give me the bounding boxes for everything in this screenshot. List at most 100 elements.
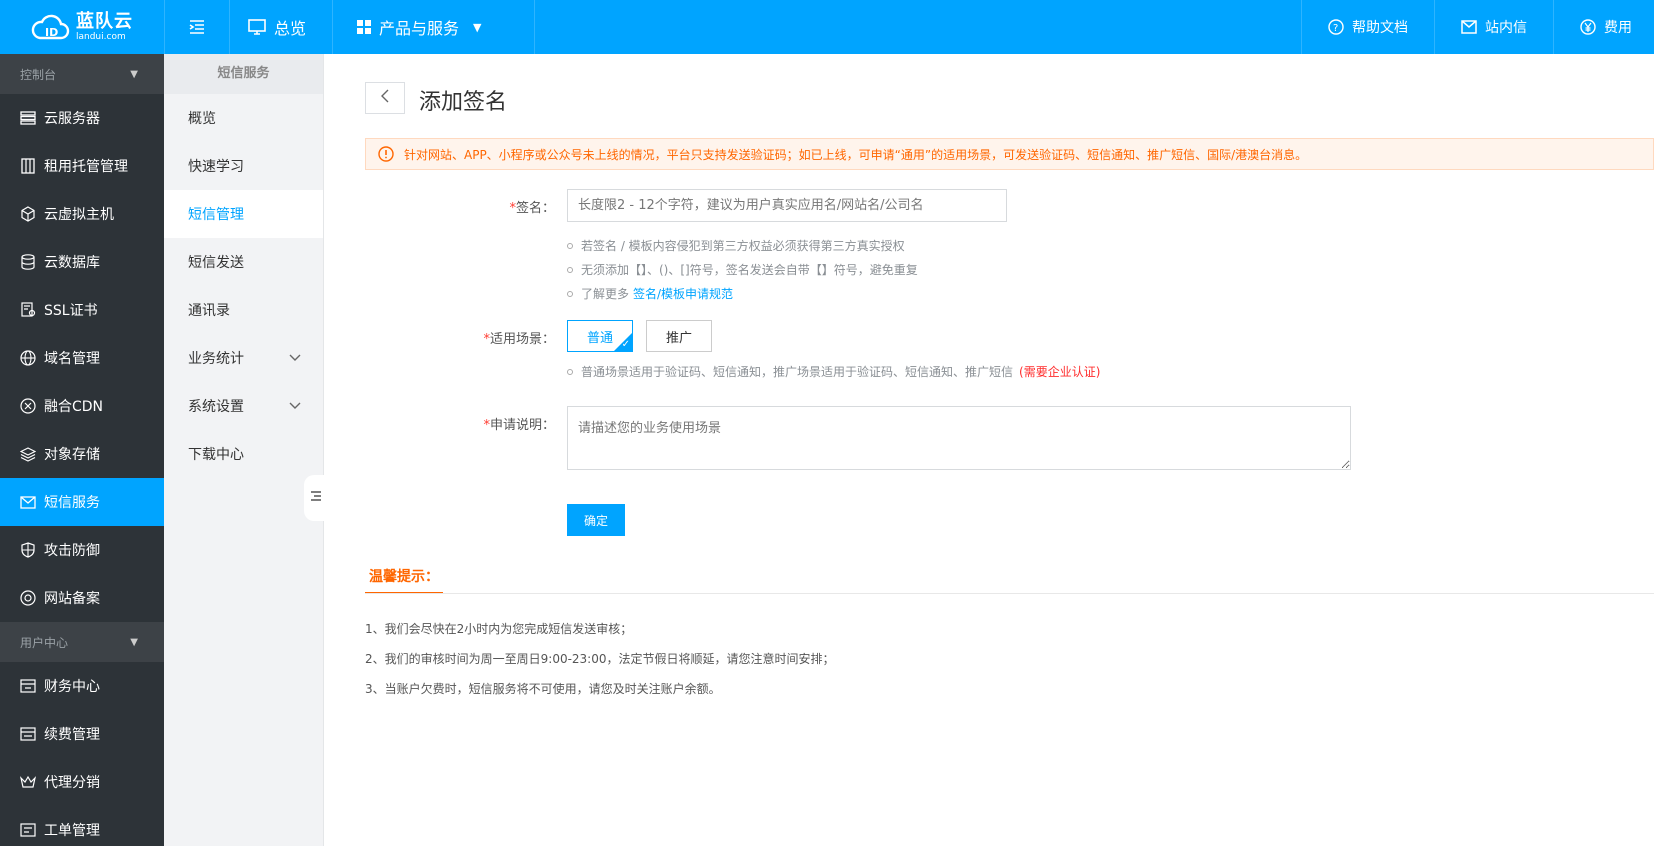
submenu-item-statistics[interactable]: 业务统计 xyxy=(164,334,323,382)
sidebar-item-label: 融合CDN xyxy=(44,399,104,415)
back-button[interactable] xyxy=(365,82,405,114)
messages-label: 站内信 xyxy=(1485,20,1527,36)
scene-label-text: 适用场景： xyxy=(489,332,555,347)
description-label-text: 申请说明： xyxy=(489,418,555,433)
check-icon: ✓ xyxy=(621,339,630,350)
finance-icon xyxy=(20,678,36,694)
tip-line-3: 3、当账户欠费时，短信服务将不可使用，请您及时关注账户余额。 xyxy=(365,682,721,696)
tip-line-1: 1、我们会尽快在2小时内为您完成短信发送审核； xyxy=(365,622,633,636)
tips-divider xyxy=(365,593,1654,594)
sidebar-item-defense[interactable]: 攻击防御 xyxy=(0,526,164,574)
help-docs-link[interactable]: ? 帮助文档 xyxy=(1301,0,1434,54)
billing-link[interactable]: 费用 xyxy=(1553,0,1654,54)
sidebar-item-cdn[interactable]: 融合CDN xyxy=(0,382,164,430)
caret-down-icon: ▼ xyxy=(130,68,138,80)
submenu-item-sms-send[interactable]: 短信发送 xyxy=(164,238,323,286)
shield-icon xyxy=(20,542,36,558)
scene-label: *适用场景： xyxy=(483,332,555,347)
submenu-item-label: 快速学习 xyxy=(188,159,244,175)
main-sidebar: 控制台 ▼ 云服务器 租用托管管理 云虚拟主机 云数据库 SSL证书 域名管理 … xyxy=(0,54,164,846)
signature-hint-2: 无须添加【】、()、[]符号，签名发送会自带【】符号，避免重复 xyxy=(567,261,918,278)
sidebar-item-label: 租用托管管理 xyxy=(44,159,128,175)
sidebar-item-hosting[interactable]: 租用托管管理 xyxy=(0,142,164,190)
submenu-item-quickstart[interactable]: 快速学习 xyxy=(164,142,323,190)
ticket-icon xyxy=(20,822,36,838)
renew-icon xyxy=(20,726,36,742)
collapse-submenu-toggle[interactable] xyxy=(304,475,324,521)
record-icon xyxy=(20,590,36,606)
page-title: 添加签名 xyxy=(419,90,508,115)
products-label: 产品与服务 xyxy=(379,19,460,38)
sidebar-item-object-storage[interactable]: 对象存储 xyxy=(0,430,164,478)
tips-tab[interactable]: 温馨提示： xyxy=(365,560,443,594)
sidebar-item-renewal[interactable]: 续费管理 xyxy=(0,710,164,758)
submit-button[interactable]: 确定 xyxy=(567,504,625,536)
menu-toggle-button[interactable] xyxy=(164,0,229,54)
sidebar-item-sms[interactable]: 短信服务 xyxy=(0,478,164,526)
svg-text:ID: ID xyxy=(45,26,58,39)
caret-down-icon: ▼ xyxy=(130,636,138,648)
brand-domain: landui.com xyxy=(76,31,126,42)
messages-link[interactable]: 站内信 xyxy=(1434,0,1553,54)
sidebar-item-distribution[interactable]: 代理分销 xyxy=(0,758,164,806)
tip-line-2: 2、我们的审核时间为周一至周日9:00-23:00，法定节假日将顺延，请您注意时… xyxy=(365,652,835,666)
overview-nav[interactable]: 总览 xyxy=(229,0,332,54)
sidebar-item-domain[interactable]: 域名管理 xyxy=(0,334,164,382)
submenu-item-label: 下载中心 xyxy=(188,447,244,463)
caret-down-icon: ▼ xyxy=(473,20,482,34)
main-content: 添加签名 针对网站、APP、小程序或公众号未上线的情况，平台只支持发送验证码；如… xyxy=(325,54,1654,846)
sidebar-item-ssl[interactable]: SSL证书 xyxy=(0,286,164,334)
cdn-icon xyxy=(20,398,36,414)
sidebar-item-finance[interactable]: 财务中心 xyxy=(0,662,164,710)
spec-link[interactable]: 签名/模板申请规范 xyxy=(633,285,733,302)
signature-input[interactable] xyxy=(567,189,1007,222)
submenu-item-label: 短信管理 xyxy=(188,207,244,223)
submenu-item-label: 通讯录 xyxy=(188,303,230,319)
brand-logo[interactable]: ID 蓝队云 landui.com xyxy=(0,0,164,54)
svg-text:?: ? xyxy=(1333,23,1338,34)
cloud-logo-icon: ID xyxy=(30,12,70,42)
sms-submenu: 短信服务 概览 快速学习 短信管理 短信发送 通讯录 业务统计 系统设置 下载中… xyxy=(164,54,324,846)
submenu-item-label: 概览 xyxy=(188,111,216,127)
sidebar-item-label: 云数据库 xyxy=(44,255,100,271)
sidebar-item-database[interactable]: 云数据库 xyxy=(0,238,164,286)
hint-text: 无须添加【】、()、[]符号，签名发送会自带【】符号，避免重复 xyxy=(581,263,918,277)
scene-option-label: 推广 xyxy=(665,330,692,346)
sidebar-group-user-center[interactable]: 用户中心 ▼ xyxy=(0,622,164,662)
scene-option-label: 普通 xyxy=(586,330,613,346)
enterprise-auth-note: (需要企业认证) xyxy=(1019,365,1101,379)
sidebar-item-label: 云服务器 xyxy=(44,111,100,127)
sidebar-item-label: 工单管理 xyxy=(44,823,100,839)
hint-text: 若签名 / 模板内容侵犯到第三方权益必须获得第三方真实授权 xyxy=(581,239,905,253)
chevron-down-icon xyxy=(289,398,301,414)
collapse-menu-icon xyxy=(310,490,322,506)
description-textarea[interactable] xyxy=(567,406,1351,470)
sidebar-item-tickets[interactable]: 工单管理 xyxy=(0,806,164,846)
scene-option-promotion[interactable]: 推广 xyxy=(646,320,712,352)
submenu-item-contacts[interactable]: 通讯录 xyxy=(164,286,323,334)
sidebar-item-cloud-server[interactable]: 云服务器 xyxy=(0,94,164,142)
scene-hint: 普通场景适用于验证码、短信通知，推广场景适用于验证码、短信通知、推广短信 (需要企… xyxy=(567,363,1100,380)
rack-icon xyxy=(20,158,36,174)
indent-menu-icon xyxy=(189,20,205,34)
top-bar: ID 蓝队云 landui.com 总览 产品与服务 ▼ ? 帮助文档 站内信 … xyxy=(0,0,1654,54)
question-circle-icon: ? xyxy=(1328,19,1344,35)
submenu-item-label: 系统设置 xyxy=(188,399,244,415)
grid-icon xyxy=(357,20,372,34)
submenu-item-sms-management[interactable]: 短信管理 xyxy=(164,190,323,238)
sidebar-group-console[interactable]: 控制台 ▼ xyxy=(0,54,164,94)
products-dropdown[interactable]: 产品与服务 ▼ xyxy=(332,0,535,54)
submenu-item-overview[interactable]: 概览 xyxy=(164,94,323,142)
sidebar-item-icp[interactable]: 网站备案 xyxy=(0,574,164,622)
database-icon xyxy=(20,254,36,270)
sidebar-item-label: 短信服务 xyxy=(44,495,100,511)
submenu-title: 短信服务 xyxy=(164,54,323,94)
submenu-item-downloads[interactable]: 下载中心 xyxy=(164,430,323,478)
sidebar-item-virtual-host[interactable]: 云虚拟主机 xyxy=(0,190,164,238)
sidebar-item-label: 网站备案 xyxy=(44,591,100,607)
submenu-item-settings[interactable]: 系统设置 xyxy=(164,382,323,430)
description-label: *申请说明： xyxy=(483,418,555,433)
sidebar-item-label: 攻击防御 xyxy=(44,543,100,559)
scene-option-normal[interactable]: 普通 ✓ xyxy=(567,320,633,352)
layers-icon xyxy=(20,446,36,462)
